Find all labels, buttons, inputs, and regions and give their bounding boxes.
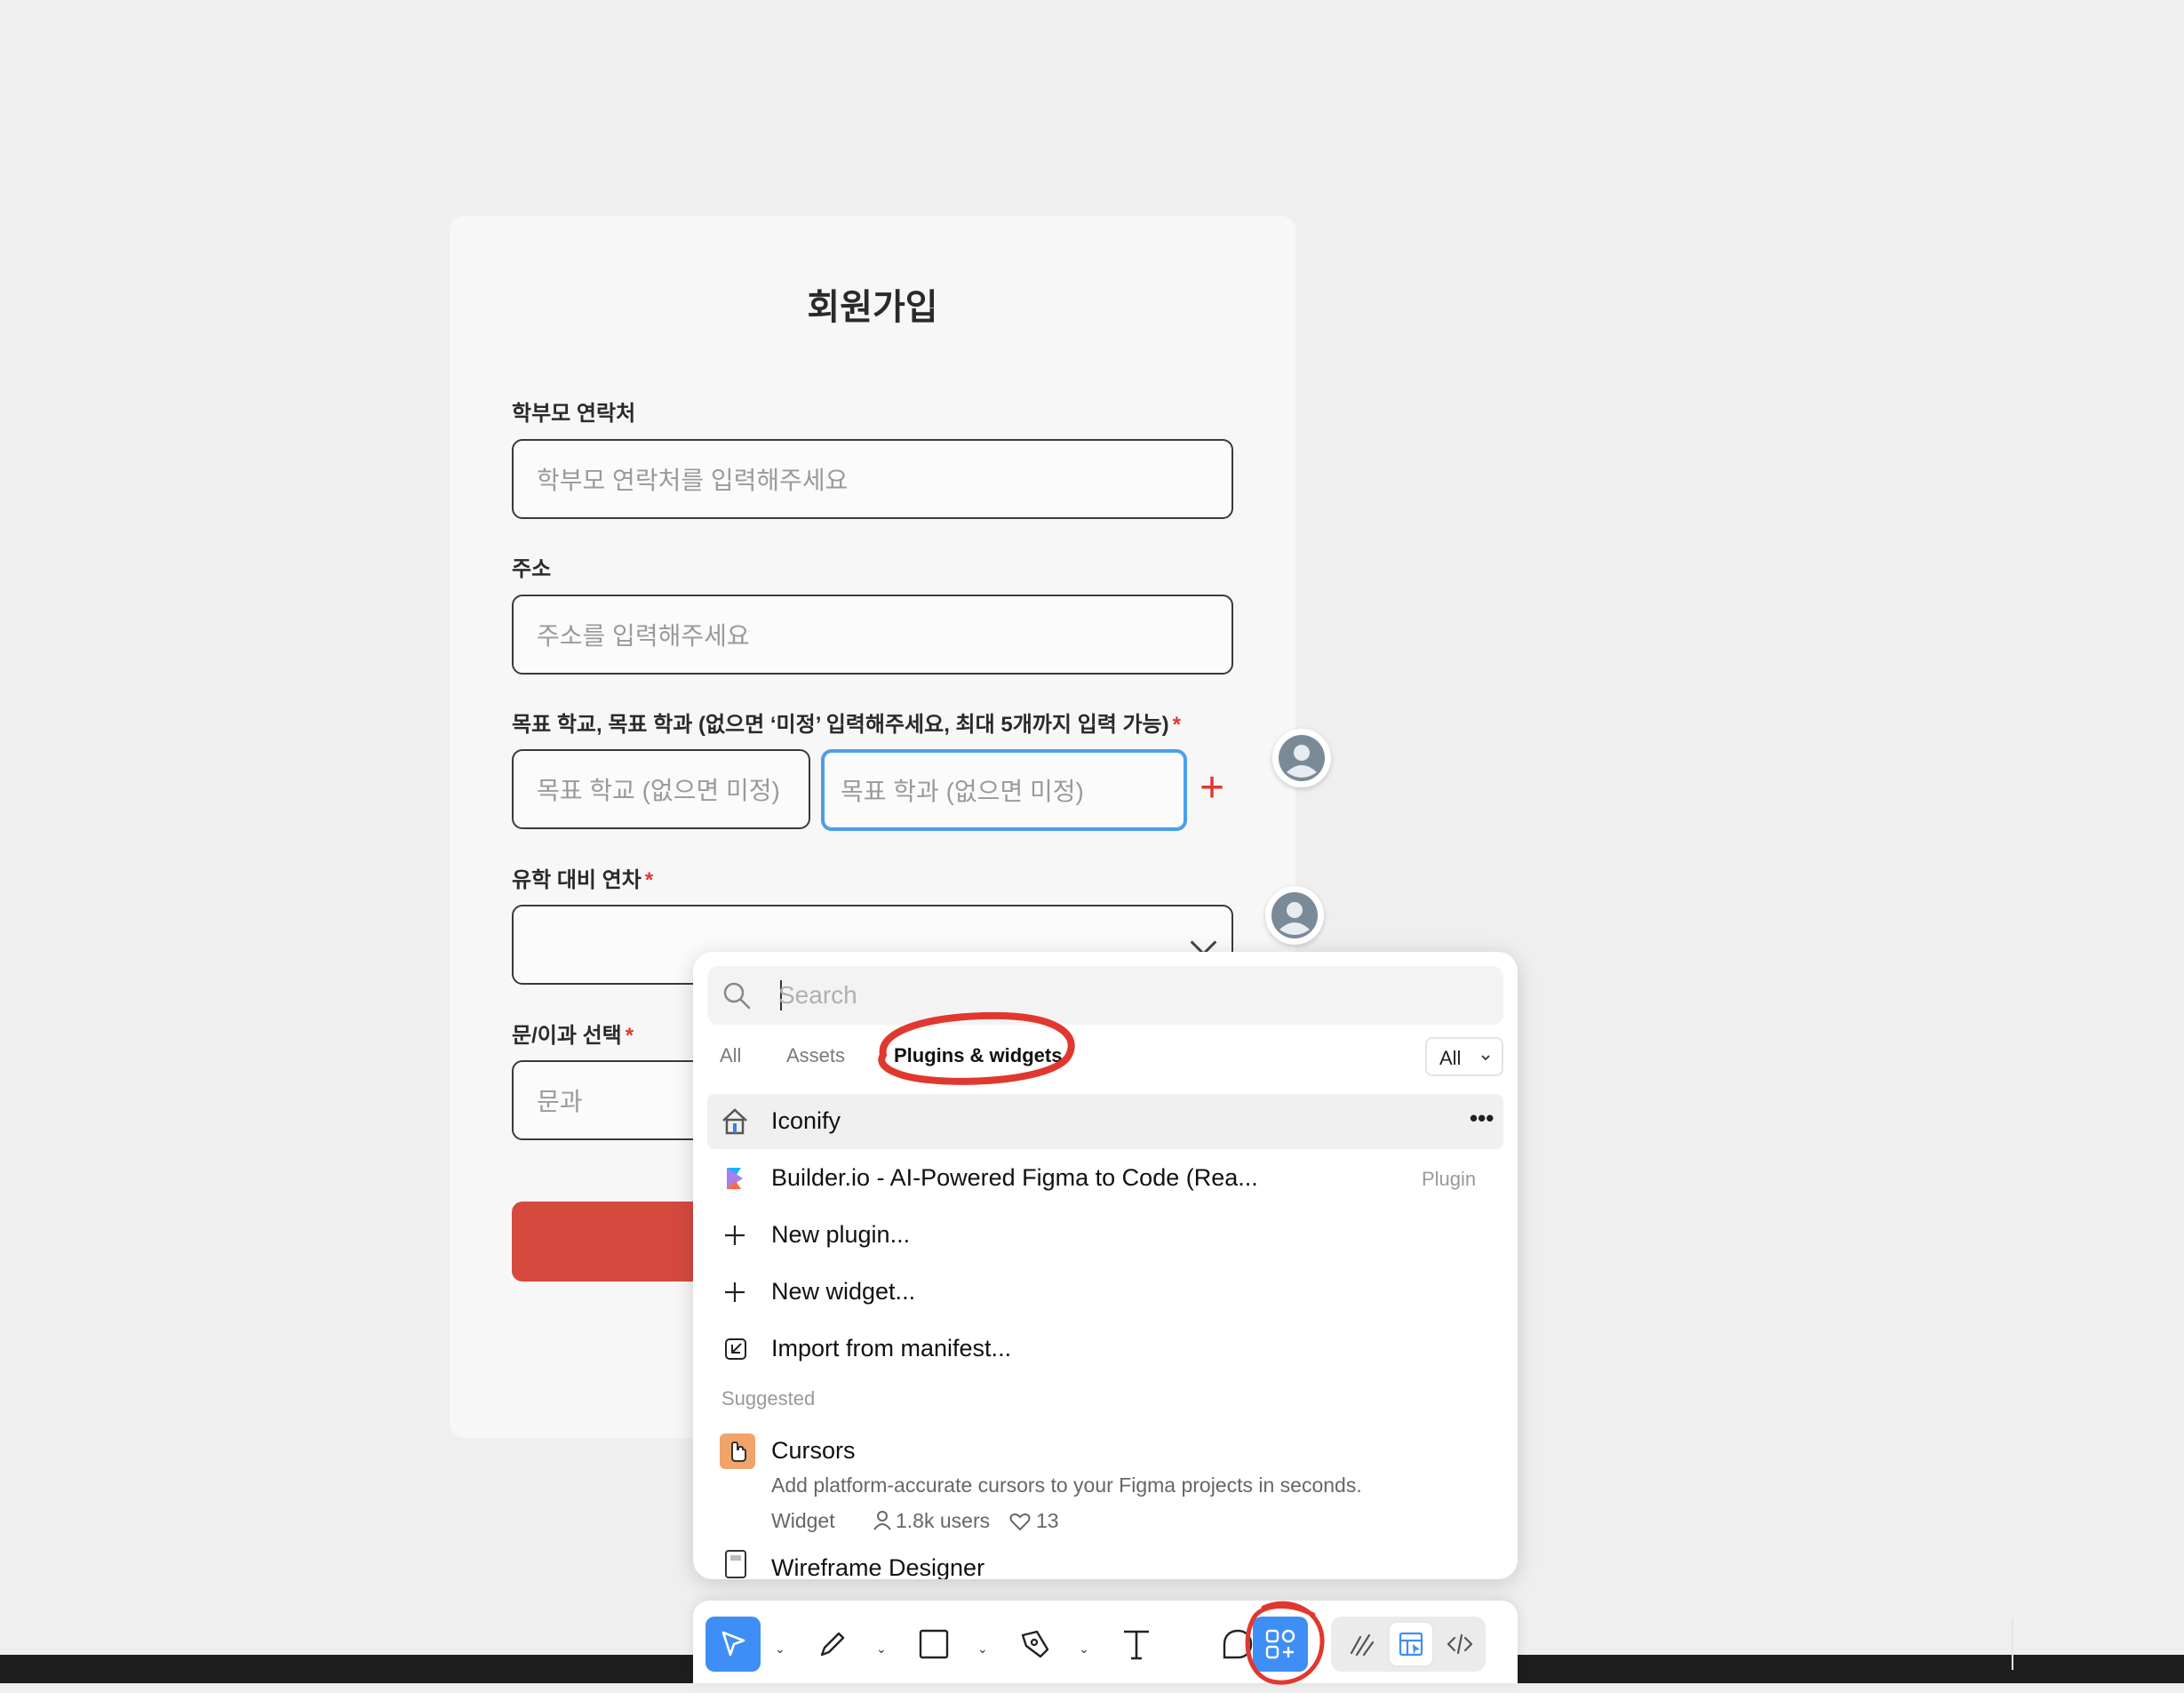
target-school-placeholder: 목표 학교 (없으면 미정) [537,777,780,804]
parent-contact-placeholder: 학부모 연락처를 입력해주세요 [537,467,849,494]
suggested-item[interactable]: Wireframe Designer [707,1542,1503,1579]
search-field[interactable]: Search [707,966,1503,1025]
pen-tool-button[interactable] [1008,1617,1063,1672]
resources-panel: Search All Assets Plugins & widgets All … [693,952,1518,1579]
wireframe-icon [725,1550,746,1578]
target-school-input[interactable]: 목표 학교 (없으면 미정) [512,749,810,829]
plus-icon [725,1282,745,1302]
chevron-down-icon [1481,1055,1490,1061]
list-item[interactable]: New plugin... [707,1208,1503,1263]
item-label: New widget... [771,1278,916,1305]
target-label-text: 목표 학교, 목표 학과 (없으면 ‘미정’ 입력해주세요, 최대 5개까지 입… [512,713,1169,737]
suggested-heading: Suggested [721,1387,816,1410]
suggested-title: Cursors [771,1437,856,1464]
text-tool-button[interactable] [1109,1617,1164,1672]
user-icon [1279,735,1325,781]
item-label: Builder.io - AI-Powered Figma to Code (R… [771,1164,1258,1191]
address-placeholder: 주소를 입력해주세요 [537,622,750,650]
list-item[interactable]: Iconify ••• [707,1094,1503,1149]
text-icon [1124,1630,1149,1660]
annotation-circle [878,1011,1075,1085]
pencil-icon [820,1632,845,1657]
avatar[interactable] [1272,729,1331,787]
suggested-description: Add platform-accurate cursors to your Fi… [771,1473,1362,1497]
pen-icon [1021,1630,1049,1658]
item-label: Iconify [771,1107,841,1134]
design-mode-button[interactable] [1388,1621,1434,1667]
annotation-circle [1245,1601,1325,1685]
item-type-badge: Plugin [1422,1168,1477,1190]
frame-tool-button[interactable] [906,1617,961,1672]
address-label: 주소 [512,557,552,581]
draw-mode-button[interactable] [1340,1622,1384,1666]
tab-assets[interactable]: Assets [786,1044,845,1067]
parent-contact-label: 학부모 연락처 [512,402,636,426]
filter-label: All [1439,1047,1462,1069]
heart-icon [1009,1513,1031,1531]
search-placeholder: Search [778,981,857,1009]
parent-contact-input[interactable]: 학부모 연락처를 입력해주세요 [512,439,1233,519]
chevron-down-icon[interactable]: ⌄ [876,1641,887,1657]
target-major-placeholder: 목표 학과 (없으면 미정) [841,778,1084,805]
list-item[interactable]: Import from manifest... [707,1322,1503,1377]
cursor-icon [721,1631,745,1657]
draw-icon [1350,1633,1375,1657]
address-input[interactable]: 주소를 입력해주세요 [512,595,1233,675]
code-icon [1447,1633,1473,1655]
filter-dropdown[interactable]: All [1425,1037,1503,1076]
study-year-label: 유학 대비 연차 * [512,862,653,893]
required-mark: * [644,868,654,892]
import-icon [725,1338,746,1360]
chevron-down-icon[interactable]: ⌄ [775,1641,785,1657]
required-mark: * [625,1024,634,1048]
toolbar-divider [2012,1618,2013,1670]
item-label: New plugin... [771,1221,911,1248]
list-item[interactable]: Builder.io - AI-Powered Figma to Code (R… [707,1151,1503,1206]
builder-icon [727,1168,743,1189]
user-icon [873,1511,891,1530]
suggested-item[interactable]: Cursors Add platform-accurate cursors to… [707,1423,1503,1532]
track-label: 문/이과 선택 * [512,1018,634,1049]
dev-mode-button[interactable] [1438,1622,1482,1666]
search-icon [723,982,751,1010]
chevron-down-icon[interactable]: ⌄ [1079,1641,1089,1657]
study-year-label-text: 유학 대비 연차 [512,868,642,892]
user-icon [1271,892,1318,938]
required-mark: * [1172,713,1181,737]
suggested-users: 1.8k users [896,1509,991,1532]
iconify-icon [722,1108,747,1135]
target-major-input[interactable]: 목표 학과 (없으면 미정) [821,749,1187,831]
track-value: 문과 [537,1088,583,1115]
track-label-text: 문/이과 선택 [512,1024,622,1048]
suggested-kind: Widget [771,1509,835,1532]
target-label: 목표 학교, 목표 학과 (없으면 ‘미정’ 입력해주세요, 최대 5개까지 입… [512,707,1181,738]
list-item[interactable]: New widget... [707,1265,1503,1320]
pencil-tool-button[interactable] [805,1617,860,1672]
more-options-icon[interactable]: ••• [1470,1105,1494,1132]
cursors-icon [720,1433,755,1469]
plus-icon [725,1226,745,1245]
item-label: Import from manifest... [771,1335,1012,1362]
suggested-title: Wireframe Designer [771,1554,985,1579]
tab-all[interactable]: All [720,1044,741,1067]
rectangle-icon [919,1629,949,1659]
chevron-down-icon[interactable]: ⌄ [977,1641,988,1657]
design-icon [1399,1632,1423,1657]
bottom-toolbar: ⌄ ⌄ ⌄ ⌄ [693,1601,2013,1685]
add-target-button[interactable]: + [1200,767,1224,810]
avatar[interactable] [1265,886,1324,945]
page-title: 회원가입 [807,288,938,327]
move-tool-button[interactable] [705,1617,761,1672]
suggested-likes: 13 [1036,1509,1059,1532]
